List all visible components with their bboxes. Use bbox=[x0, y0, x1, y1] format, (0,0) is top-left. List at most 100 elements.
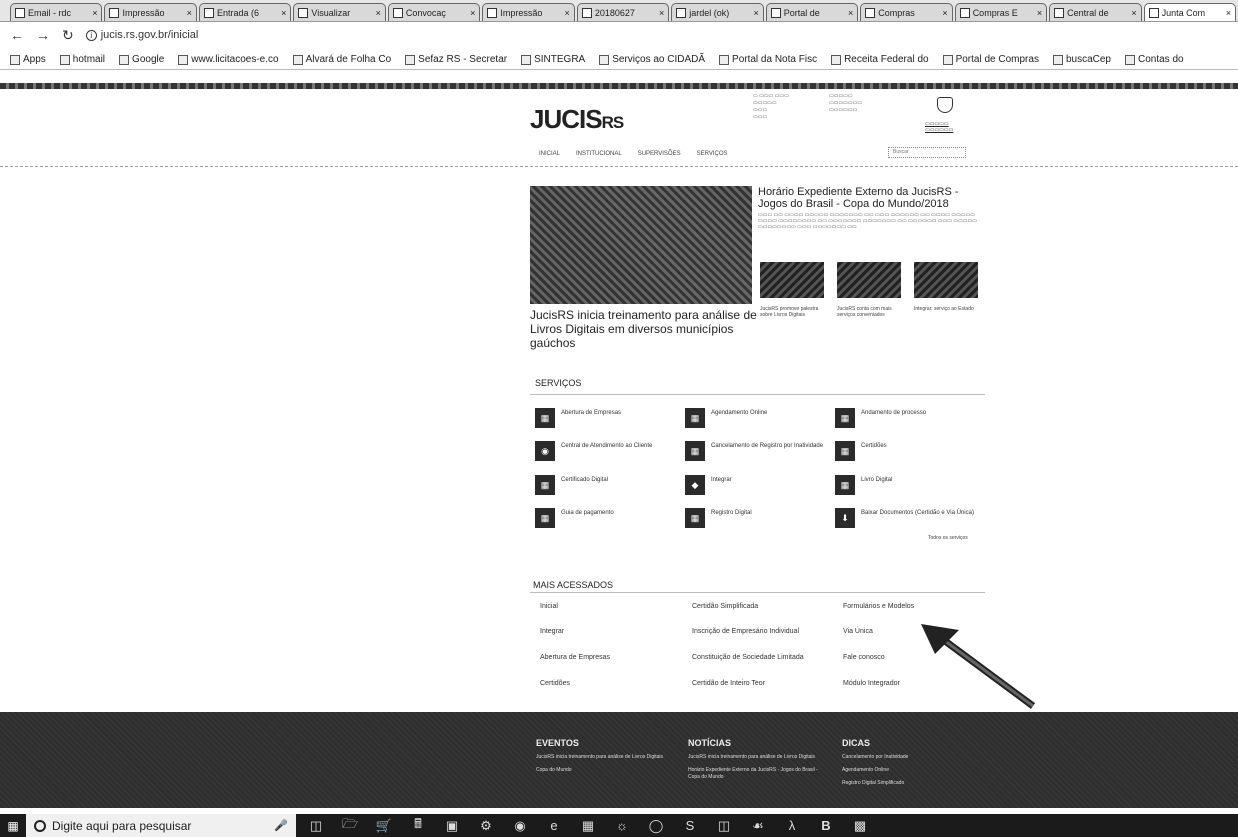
browser-tab[interactable]: 20180627 × bbox=[576, 3, 670, 21]
service-item[interactable]: ▦ Certificado Digital bbox=[535, 475, 675, 495]
browser-tab[interactable]: Impressão × bbox=[482, 3, 575, 21]
bookmark-item[interactable]: Portal de Compras bbox=[942, 54, 1039, 65]
info-icon[interactable]: i bbox=[85, 29, 97, 41]
calculator-icon[interactable]: 🖩 bbox=[404, 814, 432, 837]
main-nav-item[interactable]: INSTITUCIONAL bbox=[576, 151, 622, 157]
service-item[interactable]: ▦ Guia de pagamento bbox=[535, 508, 675, 528]
service-item[interactable]: ◆ Integrar bbox=[685, 475, 825, 495]
service-item[interactable]: ◉ Central de Atendimento ao Cliente bbox=[535, 441, 675, 461]
footer-news-item-1[interactable]: JucisRS inicia treinamento para análise … bbox=[688, 754, 828, 761]
service-item[interactable]: ▦ Cancelamento de Registro por Inatividad… bbox=[685, 441, 825, 461]
browser-tab[interactable]: Visualizar × bbox=[293, 3, 386, 21]
bookmark-item[interactable]: Alvará de Folha Co bbox=[292, 54, 391, 65]
news-thumb-2[interactable] bbox=[837, 262, 901, 298]
service-item[interactable]: ⬇ Baixar Documentos (Certidão e Via Única… bbox=[835, 508, 975, 528]
tab-close-icon[interactable]: × bbox=[565, 8, 570, 18]
tab-close-icon[interactable]: × bbox=[92, 8, 97, 18]
back-icon[interactable]: ← bbox=[10, 27, 24, 43]
tab-close-icon[interactable]: × bbox=[1037, 8, 1042, 18]
tab-close-icon[interactable]: × bbox=[470, 8, 475, 18]
bookmark-item[interactable]: hotmail bbox=[59, 54, 105, 65]
bookmark-item[interactable]: Sefaz RS - Secretar bbox=[405, 54, 507, 65]
featured-news-title[interactable]: JucisRS inicia treinamento para análise … bbox=[530, 308, 760, 350]
taskbar-search[interactable]: Digite aqui para pesquisar 🎤 bbox=[26, 814, 296, 837]
tab-close-icon[interactable]: × bbox=[187, 8, 192, 18]
browser-tab[interactable]: Convocaç × bbox=[387, 3, 481, 21]
most-accessed-link[interactable]: Certidão de Inteiro Teor bbox=[692, 680, 832, 688]
app-icon-7[interactable]: λ bbox=[778, 814, 806, 837]
browser-tab[interactable]: Entrada (6 × bbox=[198, 3, 292, 21]
footer-news-item-2[interactable]: Horário Expediente Externo da JucisRS - … bbox=[688, 767, 828, 781]
media-icon[interactable]: ▣ bbox=[438, 814, 466, 837]
all-services-link[interactable]: Todos os serviços bbox=[928, 535, 968, 541]
news-caption-1[interactable]: JucisRS promove palestra sobre Livros Di… bbox=[760, 306, 826, 318]
tab-close-icon[interactable]: × bbox=[942, 8, 947, 18]
browser-tab[interactable]: Impressão × bbox=[104, 3, 197, 21]
footer-tips-item-1[interactable]: Cancelamento por Inatividade bbox=[842, 754, 982, 761]
news-caption-3[interactable]: Integrar: serviço ao Estado bbox=[914, 306, 980, 312]
main-nav-item[interactable]: SUPERVISÕES bbox=[638, 151, 681, 157]
main-nav-item[interactable]: INICIAL bbox=[539, 151, 560, 157]
app-icon-6[interactable]: ☙ bbox=[744, 814, 772, 837]
windows-start-icon[interactable]: ▦ bbox=[0, 814, 26, 837]
footer-tips-item-2[interactable]: Agendamento Online bbox=[842, 767, 982, 774]
tab-close-icon[interactable]: × bbox=[659, 8, 664, 18]
browser-tab[interactable]: Portal de × bbox=[765, 3, 859, 21]
most-accessed-link[interactable]: Constituição de Sociedade Limitada bbox=[692, 654, 832, 662]
service-item[interactable]: ▦ Certidões bbox=[835, 441, 975, 461]
reload-icon[interactable]: ↻ bbox=[62, 27, 74, 44]
service-item[interactable]: ▦ Registro Digital bbox=[685, 508, 825, 528]
main-nav-item[interactable]: SERVIÇOS bbox=[697, 151, 728, 157]
most-accessed-link[interactable]: Inicial bbox=[540, 603, 680, 611]
tab-close-icon[interactable]: × bbox=[1226, 8, 1231, 18]
bookmark-item[interactable]: Portal da Nota Fisc bbox=[719, 54, 817, 65]
app-icon-2[interactable]: ☼ bbox=[608, 814, 636, 837]
most-accessed-link[interactable]: Formulários e Modelos bbox=[843, 603, 983, 611]
footer-events-item-1[interactable]: JucisRS inicia treinamento para análise … bbox=[536, 754, 676, 761]
app-icon-1[interactable]: ⚙ bbox=[472, 814, 500, 837]
task-view-icon[interactable]: ◫ bbox=[302, 814, 330, 837]
browser-tab[interactable]: Email - rdc × bbox=[10, 3, 103, 21]
file-explorer-icon[interactable]: 🗁 bbox=[336, 814, 364, 837]
app-icon-5[interactable]: ◫ bbox=[710, 814, 738, 837]
browser-tab[interactable]: Junta Com × bbox=[1143, 3, 1237, 21]
edge-icon[interactable]: e bbox=[540, 814, 568, 837]
app-icon-9[interactable]: ▩ bbox=[846, 814, 874, 837]
bookmark-item[interactable]: Google bbox=[119, 54, 164, 65]
app-icon-3[interactable]: ◯ bbox=[642, 814, 670, 837]
news-caption-2[interactable]: JucisRS conta com mais serviços convenia… bbox=[837, 306, 903, 318]
browser-tab[interactable]: jardel (ok) × bbox=[671, 3, 764, 21]
service-item[interactable]: ▦ Abertura de Empresas bbox=[535, 408, 675, 428]
service-item[interactable]: ▦ Livro Digital bbox=[835, 475, 975, 495]
bookmark-item[interactable]: Contas do bbox=[1124, 54, 1184, 65]
app-icon-4[interactable]: S bbox=[676, 814, 704, 837]
site-search-input[interactable]: Buscar bbox=[888, 147, 966, 158]
service-item[interactable]: ▦ Andamento de processo bbox=[835, 408, 975, 428]
featured-news-image[interactable] bbox=[530, 186, 752, 304]
most-accessed-link[interactable]: Certidões bbox=[540, 680, 680, 688]
service-item[interactable]: ▦ Agendamento Online bbox=[685, 408, 825, 428]
url-field[interactable]: i jucis.rs.gov.br/inicial bbox=[85, 29, 198, 41]
tab-close-icon[interactable]: × bbox=[1131, 8, 1136, 18]
news-thumb-3[interactable] bbox=[914, 262, 978, 298]
chrome-icon[interactable]: ◉ bbox=[506, 814, 534, 837]
calc-grid-icon[interactable]: ▦ bbox=[574, 814, 602, 837]
tab-close-icon[interactable]: × bbox=[848, 8, 853, 18]
most-accessed-link[interactable]: Inscrição de Empresário Individual bbox=[692, 628, 832, 636]
browser-tab[interactable]: Compras × bbox=[860, 3, 953, 21]
bookmark-item[interactable]: www.licitacoes-e.co bbox=[178, 54, 279, 65]
bookmark-item[interactable]: Receita Federal do bbox=[831, 54, 929, 65]
most-accessed-link[interactable]: Certidão Simplificada bbox=[692, 603, 832, 611]
browser-tab[interactable]: Central de × bbox=[1049, 3, 1142, 21]
tab-close-icon[interactable]: × bbox=[376, 8, 381, 18]
footer-events-item-2[interactable]: Copa do Mundo bbox=[536, 767, 676, 774]
microphone-icon[interactable]: 🎤 bbox=[274, 819, 288, 832]
side-news-title[interactable]: Horário Expediente Externo da JucisRS - … bbox=[758, 186, 988, 210]
app-icon-8[interactable]: B bbox=[812, 814, 840, 837]
state-government-logo[interactable]: ▭▭▭▭▭ ▭▭▭▭▭▭ bbox=[925, 121, 953, 133]
most-accessed-link[interactable]: Integrar bbox=[540, 628, 680, 636]
most-accessed-link[interactable]: Abertura de Empresas bbox=[540, 654, 680, 662]
bookmark-item[interactable]: Serviços ao CIDADÃ bbox=[599, 54, 705, 65]
bookmark-item[interactable]: Apps bbox=[10, 54, 46, 65]
forward-icon[interactable]: → bbox=[36, 27, 50, 43]
